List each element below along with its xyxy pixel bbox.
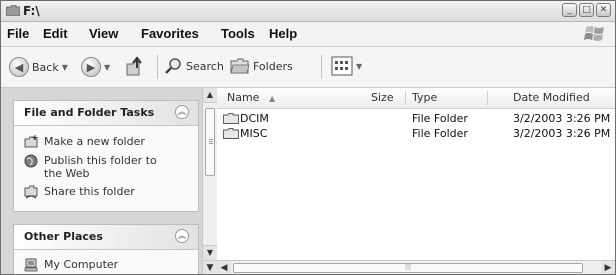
globe-icon [24,154,38,168]
menu-bar: File Edit View Favorites Tools Help [1,22,615,47]
scroll-up-arrow-icon[interactable]: ▲ [203,88,217,103]
folders-icon [230,58,250,74]
menu-view[interactable]: View [89,26,118,41]
close-button[interactable]: ✕ [596,3,611,17]
scrollbar-thumb[interactable] [205,108,215,176]
menu-tools[interactable]: Tools [221,26,255,41]
search-label: Search [186,59,224,73]
table-row[interactable]: DCIM File Folder 3/2/2003 3:26 PM [217,111,615,126]
publish-folder-link[interactable]: Publish this folder to the Web [24,154,174,180]
menu-edit[interactable]: Edit [43,26,68,41]
file-date: 3/2/2003 3:26 PM [513,127,611,140]
views-button[interactable]: ▼ [331,56,362,76]
other-places-panel: Other Places ︽ My Computer [13,224,199,274]
scroll-left-arrow-icon[interactable]: ◀ [217,261,231,274]
toolbar: ◀ Back ▼ ▶ ▼ Search Folders ▼ [1,47,615,88]
file-date: 3/2/2003 3:26 PM [513,112,611,125]
title-bar[interactable]: F:\ _ □ ✕ [1,1,615,22]
file-list: Name ▲ Size Type Date Modified DCIM File… [217,88,615,274]
column-date-modified[interactable]: Date Modified [513,88,590,108]
table-row[interactable]: MISC File Folder 3/2/2003 3:26 PM [217,126,615,141]
make-new-folder-link[interactable]: Make a new folder [24,135,145,149]
toolbar-separator [321,55,322,79]
toolbar-separator [157,55,158,79]
scroll-right-arrow-icon[interactable]: ▶ [601,261,615,274]
file-type: File Folder [412,127,468,140]
folder-icon [223,128,239,139]
folders-label: Folders [253,59,293,73]
new-folder-icon [24,135,38,148]
folder-icon [6,5,20,16]
other-places-header[interactable]: Other Places ︽ [14,225,198,250]
folders-button[interactable]: Folders [230,57,293,75]
scrollbar-thumb[interactable]: ||| [233,263,583,273]
task-pane: File and Folder Tasks ︽ Make a new folde… [1,88,202,274]
minimize-button[interactable]: _ [562,3,577,17]
task-label: Share this folder [44,185,135,198]
vertical-scrollbar[interactable]: ▲ ▼ [202,88,218,274]
maximize-button[interactable]: □ [579,3,594,17]
share-folder-link[interactable]: Share this folder [24,185,135,199]
back-arrow-icon: ◀ [9,57,29,77]
file-folder-tasks-header[interactable]: File and Folder Tasks ︽ [14,101,198,126]
window-controls: _ □ ✕ [562,3,611,17]
chevron-down-icon[interactable]: ▼ [62,63,68,72]
collapse-icon[interactable]: ︽ [175,229,189,243]
panel-title: Other Places [24,230,103,243]
file-name: DCIM [240,112,269,125]
folder-icon [223,113,239,124]
up-folder-button[interactable] [125,55,147,77]
search-icon [165,58,181,74]
chevron-down-icon[interactable]: ▼ [104,63,110,72]
horizontal-scrollbar[interactable]: ▼ ◀ ||| ▶ [203,260,615,274]
views-icon [331,56,353,76]
scroll-down-arrow-icon[interactable]: ▼ [203,245,217,260]
chevron-down-icon[interactable]: ▼ [356,62,362,71]
column-name[interactable]: Name ▲ [227,88,275,108]
explorer-window: F:\ _ □ ✕ File Edit View Favorites Tools… [0,0,616,275]
file-folder-tasks-panel: File and Folder Tasks ︽ Make a new folde… [13,100,199,212]
task-label: Make a new folder [44,135,145,148]
scroll-down-arrow-icon[interactable]: ▼ [203,261,217,274]
menu-help[interactable]: Help [269,26,297,41]
back-label: Back [32,60,59,74]
back-button[interactable]: ◀ Back ▼ [9,57,68,77]
share-folder-icon [24,185,38,199]
window-title: F:\ [23,4,40,18]
column-size[interactable]: Size [371,88,394,108]
up-folder-icon [126,56,142,76]
menu-file[interactable]: File [7,26,29,41]
file-type: File Folder [412,112,468,125]
menu-favorites[interactable]: Favorites [141,26,199,41]
forward-button[interactable]: ▶ ▼ [81,57,110,77]
sort-ascending-icon: ▲ [268,94,276,103]
forward-arrow-icon: ▶ [81,57,101,77]
column-type[interactable]: Type [412,88,437,108]
my-computer-link[interactable]: My Computer [24,258,118,272]
search-button[interactable]: Search [165,57,224,75]
my-computer-icon [24,258,38,272]
file-name: MISC [240,127,268,140]
task-label: Publish this folder to the Web [44,154,157,180]
panel-title: File and Folder Tasks [24,106,155,119]
collapse-icon[interactable]: ︽ [175,105,189,119]
place-label: My Computer [44,258,119,271]
column-header: Name ▲ Size Type Date Modified [217,88,615,109]
windows-logo-icon [584,26,604,41]
